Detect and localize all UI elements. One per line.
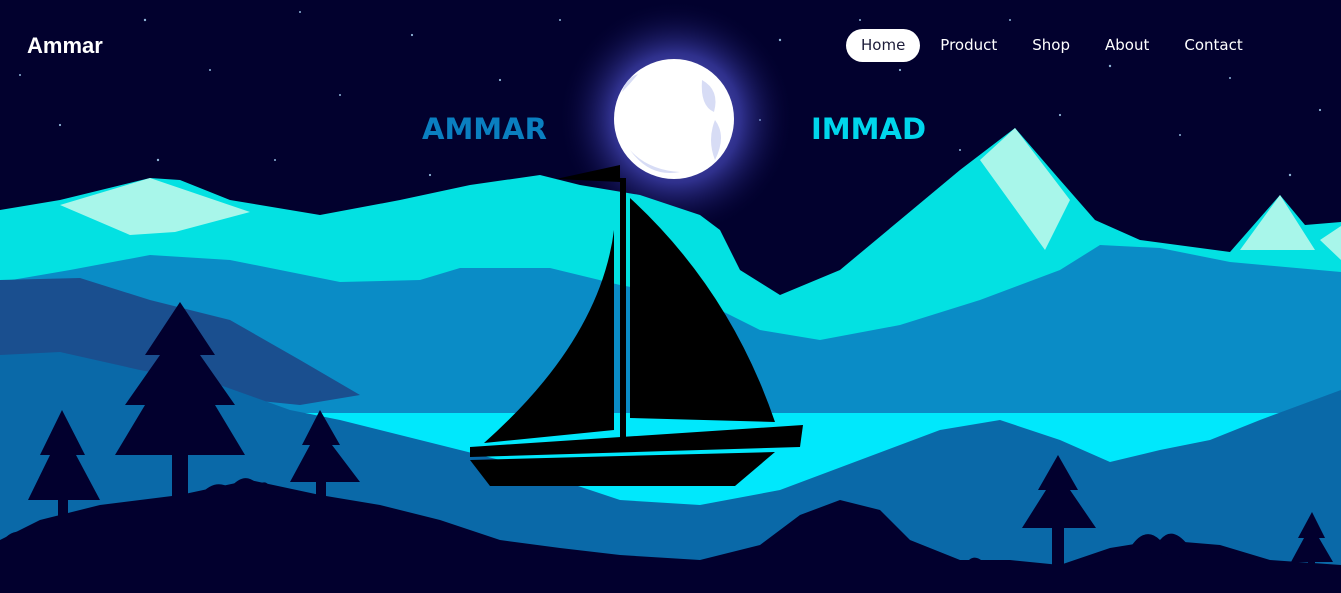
- nav-product[interactable]: Product: [925, 29, 1012, 62]
- nav-contact[interactable]: Contact: [1169, 29, 1257, 62]
- nav-about[interactable]: About: [1090, 29, 1164, 62]
- main-nav: Home Product Shop About Contact: [846, 29, 1263, 62]
- hero-title-second: IMMAD: [811, 112, 927, 146]
- hero-title-first: AMMAR: [422, 112, 547, 146]
- nav-shop[interactable]: Shop: [1017, 29, 1085, 62]
- night-landscape-illustration: [0, 0, 1341, 593]
- brand-logo[interactable]: Ammar: [27, 33, 103, 59]
- nav-home[interactable]: Home: [846, 29, 921, 62]
